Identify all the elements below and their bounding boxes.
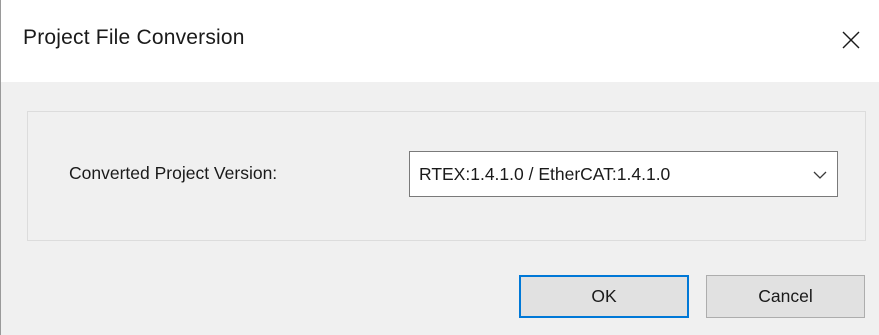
converted-version-label: Converted Project Version: <box>69 163 278 183</box>
close-icon <box>842 31 860 49</box>
close-button[interactable] <box>822 6 879 74</box>
dialog-title: Project File Conversion <box>23 26 245 49</box>
chevron-down-icon <box>813 171 827 179</box>
title-bar: Project File Conversion <box>1 0 879 82</box>
project-file-conversion-dialog: Project File Conversion Converted Projec… <box>0 0 879 335</box>
cancel-button[interactable]: Cancel <box>706 275 865 318</box>
ok-button[interactable]: OK <box>519 275 689 318</box>
converted-version-dropdown[interactable]: RTEX:1.4.1.0 / EtherCAT:1.4.1.0 <box>409 151 838 197</box>
converted-version-selected-value: RTEX:1.4.1.0 / EtherCAT:1.4.1.0 <box>419 164 671 184</box>
settings-group-box: Converted Project Version: RTEX:1.4.1.0 … <box>27 111 866 241</box>
